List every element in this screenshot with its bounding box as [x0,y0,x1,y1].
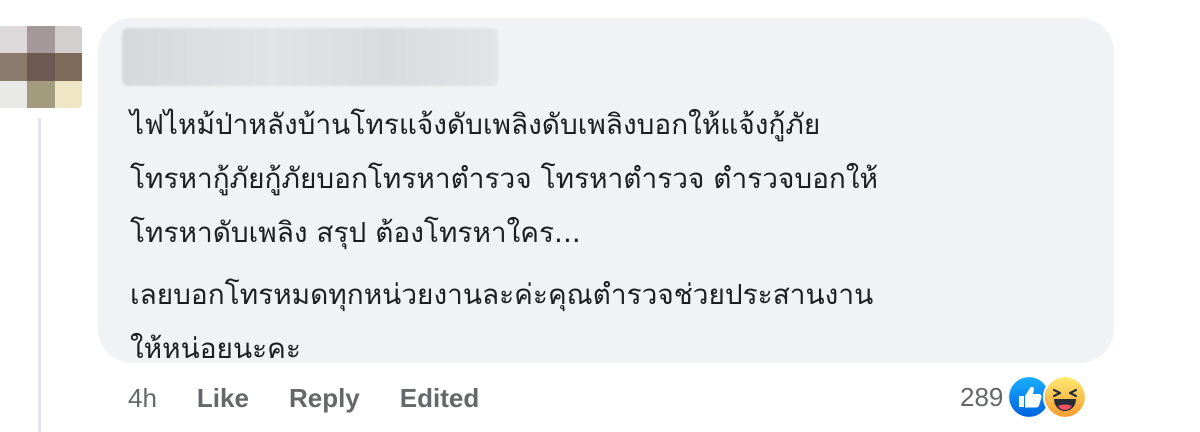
haha-icon [1043,375,1088,419]
avatar-pixel [27,80,55,108]
avatar-pixel [27,53,55,81]
comment-line: โทรหาดับเพลิง สรุป ต้องโทรหาใคร... [130,216,581,249]
comment-bubble: ไฟไหม้ป่าหลังบ้านโทรแจ้งดับเพลิงดับเพลิง… [98,18,1114,365]
reactions-summary[interactable]: 289 [960,374,1088,420]
avatar-pixel [0,53,28,81]
comment-line: ไฟไหม้ป่าหลังบ้านโทรแจ้งดับเพลิงดับเพลิง… [130,108,821,141]
avatar-pixel [27,26,55,54]
avatar-pixel [54,53,82,81]
avatar-pixel [0,80,28,108]
avatar-pixel [0,26,28,54]
like-button[interactable]: Like [197,383,249,414]
reply-button[interactable]: Reply [289,383,360,414]
comment-text: ไฟไหม้ป่าหลังบ้านโทรแจ้งดับเพลิงดับเพลิง… [130,98,1082,376]
comment-line: ให้หน่อยนะคะ [130,332,301,365]
avatar-pixel [54,26,82,54]
comment-paragraph: เลยบอกโทรหมดทุกหน่วยงานละค่ะคุณตำรวจช่วย… [130,268,1082,376]
avatar-pixel [54,80,82,108]
comment-actions: 4h Like Reply Edited [128,378,479,418]
timestamp-link[interactable]: 4h [128,383,157,414]
comment-line: เลยบอกโทรหมดทุกหน่วยงานละค่ะคุณตำรวจช่วย… [130,278,874,311]
thread-line [38,118,41,432]
reaction-count[interactable]: 289 [960,382,1003,413]
edited-label[interactable]: Edited [400,383,479,414]
author-name-redacted[interactable] [122,28,498,86]
avatar[interactable] [0,26,82,108]
comment-line: โทรหากู้ภัยกู้ภัยบอกโทรหาตำรวจ โทรหาตำรว… [130,162,879,195]
comment-paragraph: ไฟไหม้ป่าหลังบ้านโทรแจ้งดับเพลิงดับเพลิง… [130,98,1082,260]
